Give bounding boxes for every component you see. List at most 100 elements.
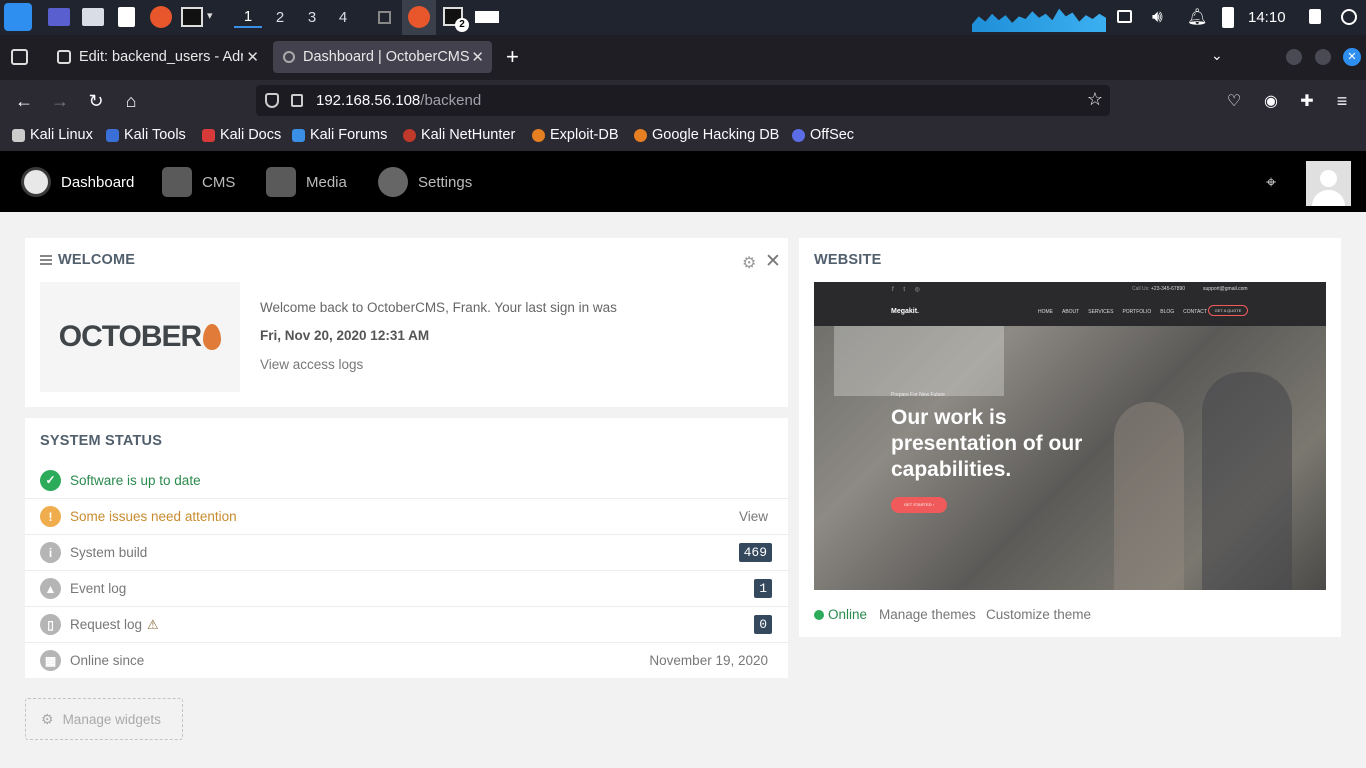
maximize-button[interactable] xyxy=(1315,49,1331,65)
bookmarks-toolbar: Kali Linux Kali Tools Kali Docs Kali For… xyxy=(0,121,1366,151)
preview-cta-label: GET STARTED xyxy=(903,502,932,507)
cogs-icon: ⚙ xyxy=(41,710,54,727)
menu-icon[interactable]: ≡ xyxy=(1329,88,1355,114)
kali-tools-icon xyxy=(106,128,119,142)
firefox-window-icon[interactable] xyxy=(402,0,436,35)
workspace-1[interactable]: 1 xyxy=(234,7,262,28)
terminal-count-badge: 2 xyxy=(455,18,469,32)
close-tab-icon[interactable]: ✕ xyxy=(243,48,259,66)
nav-settings[interactable]: Settings xyxy=(378,165,472,199)
view-issues-link[interactable]: View xyxy=(739,509,768,524)
home-icon[interactable]: ⌂ xyxy=(118,88,144,114)
manage-widgets-button[interactable]: ⚙ Manage widgets xyxy=(25,698,183,740)
kali-dragon-icon xyxy=(12,128,25,142)
preview-social-icons: f t ◎ xyxy=(892,287,924,293)
workspace-3[interactable]: 3 xyxy=(298,7,326,28)
nav-cms[interactable]: CMS xyxy=(162,165,235,199)
close-window-button[interactable]: ✕ xyxy=(1343,48,1361,66)
request-log-warning-icon: ⚠ xyxy=(147,616,159,632)
widget-settings-gear-icon[interactable]: ⚙ xyxy=(742,253,756,273)
status-row-issues: ! Some issues need attention View xyxy=(25,498,788,534)
bookmark-star-icon[interactable]: ☆ xyxy=(1087,89,1103,110)
battery-icon[interactable] xyxy=(1222,7,1234,28)
drag-handle-icon[interactable] xyxy=(40,255,52,265)
bookmark-kali-forums[interactable]: Kali Forums xyxy=(292,127,387,143)
new-tab-button[interactable]: + xyxy=(506,44,519,70)
website-preview-screenshot[interactable]: f t ◎ Call Us: +23-345-67890 support@gma… xyxy=(814,282,1326,590)
preview-email: support@gmail.com xyxy=(1203,286,1248,292)
window-list-icon[interactable] xyxy=(378,11,391,24)
browser-nav-bar: ← → ↻ ⌂ 192.168.56.108/backend ☆ ♡ ◉ ✚ ≡ xyxy=(0,80,1366,121)
tab-dashboard[interactable]: Dashboard | OctoberCMS ✕ xyxy=(273,41,492,73)
system-status-widget: SYSTEM STATUS ✓ Software is up to date !… xyxy=(25,418,788,678)
launcher-dropdown-icon[interactable]: ▾ xyxy=(207,9,213,22)
file-manager-icon[interactable] xyxy=(82,8,104,26)
headline-line: presentation of our xyxy=(891,432,1083,455)
preview-quote-button: GET A QUOTE xyxy=(1208,305,1248,316)
bookmark-google-hacking-db[interactable]: Google Hacking DB xyxy=(634,127,779,143)
settings-gears-icon xyxy=(378,167,408,197)
cms-main-nav: Dashboard CMS Media Settings ⌖ xyxy=(0,151,1366,212)
view-access-logs-link[interactable]: View access logs xyxy=(260,357,363,372)
tab-edit-backend-users[interactable]: Edit: backend_users - Adr ✕ xyxy=(47,41,267,73)
status-row-event-log[interactable]: ▲ Event log 1 xyxy=(25,570,788,606)
browser-tab-bar: Edit: backend_users - Adr ✕ Dashboard | … xyxy=(0,35,1366,80)
bookmark-kali-docs[interactable]: Kali Docs xyxy=(202,127,281,143)
terminal-launcher-icon[interactable] xyxy=(181,7,203,27)
cms-pages-icon xyxy=(162,167,192,197)
bookmark-offsec[interactable]: OffSec xyxy=(792,127,854,143)
bookmark-kali-nethunter[interactable]: Kali NetHunter xyxy=(403,127,515,143)
bookmark-kali-tools[interactable]: Kali Tools xyxy=(106,127,186,143)
preview-headline: Our work is presentation of our capabili… xyxy=(891,405,1082,483)
notification-bell-icon[interactable]: 🔔︎ xyxy=(1187,7,1207,27)
desktop-icon[interactable] xyxy=(48,8,70,26)
nav-media[interactable]: Media xyxy=(266,165,347,199)
status-row-request-log[interactable]: ▯ Request log ⚠ 0 xyxy=(25,606,788,642)
firefox-launcher-icon[interactable] xyxy=(150,6,172,28)
close-tab-icon[interactable]: ✕ xyxy=(471,48,484,66)
workspace-2[interactable]: 2 xyxy=(266,7,294,28)
bookmark-kali-linux[interactable]: Kali Linux xyxy=(12,127,93,143)
back-arrow-icon[interactable]: ← xyxy=(11,88,37,114)
preview-window-light xyxy=(834,326,1004,396)
lock-icon[interactable] xyxy=(1309,9,1321,24)
user-avatar[interactable] xyxy=(1306,161,1351,206)
volume-icon[interactable]: 🔊︎ xyxy=(1152,7,1163,27)
preview-menu-item: HOME xyxy=(1038,309,1053,315)
nav-dashboard[interactable]: Dashboard xyxy=(21,165,134,199)
bookmark-label: Google Hacking DB xyxy=(652,127,780,143)
logo-wordmark: OCTOBER xyxy=(58,320,202,353)
account-icon[interactable]: ◉ xyxy=(1258,88,1284,114)
shield-icon[interactable] xyxy=(265,93,279,108)
customize-theme-link[interactable]: Customize theme xyxy=(986,607,1091,622)
bookmark-label: Kali NetHunter xyxy=(421,127,516,143)
pocket-icon[interactable]: ♡ xyxy=(1221,88,1247,114)
reload-icon[interactable]: ↻ xyxy=(83,88,109,114)
minimize-button[interactable] xyxy=(1286,49,1302,65)
url-bar[interactable]: 192.168.56.108/backend ☆ xyxy=(256,85,1110,116)
tab-overview-icon[interactable] xyxy=(11,49,28,65)
forward-arrow-icon[interactable]: → xyxy=(47,88,73,114)
nethunter-icon xyxy=(403,128,416,142)
last-sign-in-date: Fri, Nov 20, 2020 12:31 AM xyxy=(260,328,430,343)
event-log-warning-icon: ▲ xyxy=(40,578,61,599)
preview-person-2 xyxy=(1114,402,1184,590)
manage-themes-link[interactable]: Manage themes xyxy=(879,607,976,622)
bookmark-label: Exploit-DB xyxy=(550,127,619,143)
preview-cta-button: GET STARTED › xyxy=(891,497,947,513)
checkmark-icon: ✓ xyxy=(40,469,61,491)
text-editor-icon[interactable] xyxy=(118,7,135,27)
widget-close-icon[interactable]: ✕ xyxy=(765,250,781,273)
clock[interactable]: 14:10 xyxy=(1248,9,1286,26)
bookmark-exploit-db[interactable]: Exploit-DB xyxy=(532,127,619,143)
preview-site-icon[interactable]: ⌖ xyxy=(1266,172,1276,193)
insecure-lock-icon[interactable] xyxy=(291,94,303,107)
list-tabs-chevron-icon[interactable]: ⌄ xyxy=(1211,47,1223,64)
display-icon[interactable] xyxy=(1117,10,1132,23)
window-preview-icon[interactable] xyxy=(475,11,499,23)
workspace-4[interactable]: 4 xyxy=(329,7,357,28)
bookmark-label: Kali Linux xyxy=(30,127,93,143)
power-icon[interactable] xyxy=(1341,9,1357,25)
extensions-icon[interactable]: ✚ xyxy=(1294,88,1320,114)
kali-menu-icon[interactable] xyxy=(4,3,32,31)
